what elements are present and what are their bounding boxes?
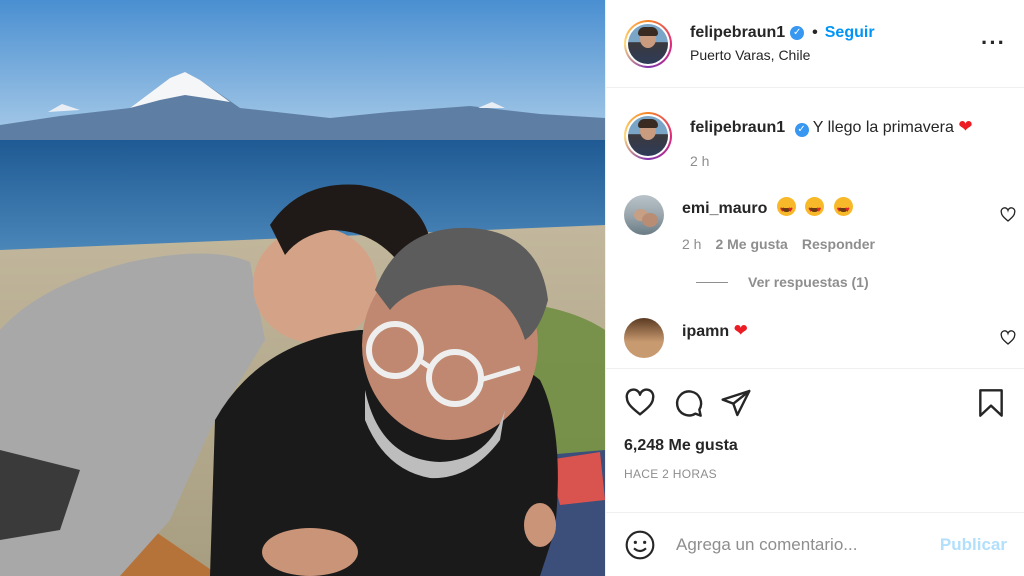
verified-icon: ✓ xyxy=(794,123,809,137)
caption-username[interactable]: felipebraun1 xyxy=(690,119,785,136)
caption-text: Y llego la primavera xyxy=(812,119,954,136)
like-comment-heart-icon[interactable] xyxy=(1000,207,1016,223)
author-avatar[interactable] xyxy=(624,19,672,68)
red-heart-emoji: ❤ xyxy=(958,117,973,136)
heart-eyes-emoji xyxy=(833,197,853,221)
comment-line: emi_mauro xyxy=(682,197,889,221)
replies-divider xyxy=(696,281,728,283)
comments-section[interactable]: felipebraun1 ✓ Y llego la primavera ❤ 2 … xyxy=(606,88,1024,368)
follow-button[interactable]: Seguir xyxy=(825,24,875,42)
caption: felipebraun1 ✓ Y llego la primavera ❤ 2 … xyxy=(606,88,1024,169)
comment: emi_mauro 2 h 2 Me gusta Responder xyxy=(606,195,1024,252)
post-photo[interactable] xyxy=(0,0,605,576)
post-timestamp[interactable]: HACE 2 HORAS xyxy=(624,467,1007,481)
like-heart-icon[interactable] xyxy=(624,387,656,419)
emoji-smiley-icon[interactable] xyxy=(624,529,656,561)
likes-count[interactable]: 6,248 Me gusta xyxy=(624,437,1007,455)
caption-avatar[interactable] xyxy=(624,112,672,160)
add-comment-bar: Publicar xyxy=(606,512,1024,576)
comment-likes[interactable]: 2 Me gusta xyxy=(715,236,787,252)
post-location[interactable]: Puerto Varas, Chile xyxy=(690,47,875,63)
heart-eyes-emoji xyxy=(776,197,796,221)
author-username[interactable]: felipebraun1 xyxy=(690,24,785,42)
author-info: felipebraun1 ✓ • Seguir Puerto Varas, Ch… xyxy=(690,24,875,63)
like-comment-heart-icon[interactable] xyxy=(1000,330,1016,346)
comment-line: ipamn ❤ xyxy=(682,320,748,343)
commenter-username[interactable]: emi_mauro xyxy=(682,200,767,217)
red-heart-emoji: ❤ xyxy=(733,321,748,340)
commenter-avatar[interactable] xyxy=(624,195,664,235)
caption-line: felipebraun1 ✓ Y llego la primavera ❤ xyxy=(690,116,973,139)
share-send-icon[interactable] xyxy=(720,387,752,419)
instagram-post: felipebraun1 ✓ • Seguir Puerto Varas, Ch… xyxy=(0,0,1024,576)
view-replies-label: Ver respuestas (1) xyxy=(748,274,869,290)
publish-button[interactable]: Publicar xyxy=(940,535,1007,555)
commenter-avatar[interactable] xyxy=(624,318,664,358)
author-row: felipebraun1 ✓ • Seguir xyxy=(690,24,875,42)
separator-dot: • xyxy=(812,24,818,41)
more-options-icon[interactable]: ··· xyxy=(981,30,1006,56)
post-actions: 6,248 Me gusta HACE 2 HORAS xyxy=(606,368,1024,481)
commenter-username[interactable]: ipamn xyxy=(682,323,729,340)
reply-button[interactable]: Responder xyxy=(802,236,875,252)
comment-input[interactable] xyxy=(676,534,940,555)
comment-time[interactable]: 2 h xyxy=(682,236,701,252)
view-replies-button[interactable]: Ver respuestas (1) xyxy=(696,274,1024,290)
comment: ipamn ❤ xyxy=(606,318,1024,358)
post-image xyxy=(0,0,605,576)
action-icons xyxy=(624,387,1007,419)
save-bookmark-icon[interactable] xyxy=(975,387,1007,419)
caption-time[interactable]: 2 h xyxy=(690,153,709,169)
post-header: felipebraun1 ✓ • Seguir Puerto Varas, Ch… xyxy=(606,0,1024,88)
verified-icon: ✓ xyxy=(790,26,805,40)
comment-bubble-icon[interactable] xyxy=(672,387,704,419)
heart-eyes-emoji xyxy=(805,197,825,221)
post-sidebar: felipebraun1 ✓ • Seguir Puerto Varas, Ch… xyxy=(605,0,1024,576)
